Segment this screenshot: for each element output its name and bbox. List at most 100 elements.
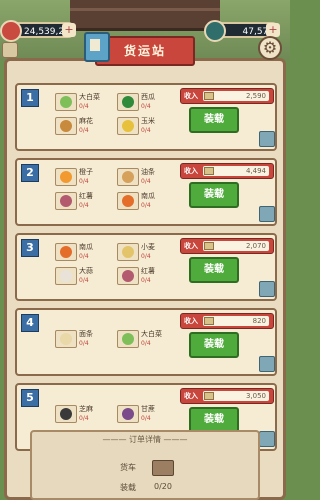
item-icon-shape <box>60 333 72 345</box>
item-name: 玉米 <box>141 117 155 125</box>
item-icon <box>55 168 77 186</box>
income-value-field: 4,494 <box>203 166 269 176</box>
income-value: 2,590 <box>245 92 266 100</box>
coin-resource-bar[interactable]: 24,539,250 + <box>0 20 76 42</box>
coin-icon <box>0 20 22 42</box>
load-label: 装载 <box>120 483 136 492</box>
item-name: 小麦 <box>141 243 155 251</box>
discard-icon[interactable] <box>259 131 275 147</box>
item-quantity: 0/4 <box>79 277 89 284</box>
item-quantity: 0/4 <box>141 340 151 347</box>
item-icon <box>55 405 77 423</box>
income-label: 收入 <box>184 92 198 100</box>
order-number: 4 <box>21 314 39 332</box>
truck-icon <box>152 460 174 476</box>
item-name: 红薯 <box>79 192 93 200</box>
item-icon-shape <box>122 171 134 183</box>
cash-icon <box>204 392 214 400</box>
income-value: 820 <box>252 317 266 325</box>
cash-icon <box>204 92 214 100</box>
item-name: 芝麻 <box>79 405 93 413</box>
item-name: 红薯 <box>141 267 155 275</box>
station-roof <box>70 0 220 31</box>
income-label: 收入 <box>184 392 198 400</box>
gear-icon[interactable]: ⚙ <box>258 36 282 60</box>
item-icon-shape <box>60 96 72 108</box>
order-card: 4 面条 0/4 大白菜 0/4 收入 820 装载 <box>15 308 277 376</box>
item-icon <box>55 267 77 285</box>
item-icon-shape <box>60 270 72 282</box>
item-icon-shape <box>122 120 134 132</box>
discard-icon[interactable] <box>259 431 275 447</box>
order-number: 3 <box>21 239 39 257</box>
item-quantity: 0/4 <box>79 202 89 209</box>
item-icon <box>55 243 77 261</box>
item-icon-shape <box>122 333 134 345</box>
item-quantity: 0/4 <box>79 178 89 185</box>
income-label: 收入 <box>184 242 198 250</box>
discard-icon[interactable] <box>259 281 275 297</box>
page-title: 货运站 <box>95 36 195 66</box>
item-quantity: 0/4 <box>141 202 151 209</box>
item-name: 大蒜 <box>79 267 93 275</box>
item-name: 南瓜 <box>79 243 93 251</box>
item-icon <box>117 267 139 285</box>
item-icon-shape <box>122 246 134 258</box>
item-quantity: 0/4 <box>79 415 89 422</box>
item-icon-shape <box>60 171 72 183</box>
gem-icon <box>204 20 226 42</box>
item-name: 大白菜 <box>141 330 162 338</box>
item-icon-shape <box>60 408 72 420</box>
order-number: 5 <box>21 389 39 407</box>
item-icon-shape <box>122 195 134 207</box>
item-icon-shape <box>60 246 72 258</box>
side-menu-icon[interactable] <box>2 42 18 58</box>
income-value: 3,050 <box>245 392 266 400</box>
item-quantity: 0/4 <box>79 103 89 110</box>
item-icon <box>117 192 139 210</box>
load-button[interactable]: 装载 <box>189 332 239 358</box>
item-name: 橙子 <box>79 168 93 176</box>
footer-title: ——— 订单详情 ——— <box>102 435 188 444</box>
income-box: 收入 2,590 <box>180 88 274 104</box>
item-icon <box>55 117 77 135</box>
item-icon-shape <box>60 120 72 132</box>
item-icon <box>55 192 77 210</box>
load-button[interactable]: 装载 <box>189 257 239 283</box>
income-value-field: 820 <box>203 316 269 326</box>
order-number: 1 <box>21 89 39 107</box>
discard-icon[interactable] <box>259 356 275 372</box>
item-quantity: 0/4 <box>141 127 151 134</box>
item-icon <box>55 330 77 348</box>
load-button[interactable]: 装载 <box>189 107 239 133</box>
clipboard-icon <box>84 32 110 62</box>
item-name: 南瓜 <box>141 192 155 200</box>
income-value: 4,494 <box>245 167 266 175</box>
load-button[interactable]: 装载 <box>189 182 239 208</box>
item-icon-shape <box>60 195 72 207</box>
item-icon-shape <box>122 270 134 282</box>
item-name: 甘蔗 <box>141 405 155 413</box>
income-box: 收入 3,050 <box>180 388 274 404</box>
item-quantity: 0/4 <box>79 340 89 347</box>
load-value: 0/20 <box>154 482 172 491</box>
income-label: 收入 <box>184 167 198 175</box>
item-name: 麻花 <box>79 117 93 125</box>
cash-icon <box>204 242 214 250</box>
income-value-field: 2,590 <box>203 91 269 101</box>
item-icon-shape <box>122 96 134 108</box>
order-card: 1 大白菜 0/4 西瓜 0/4 麻花 0/4 玉米 0/4 收入 2,590 装载 <box>15 83 277 151</box>
income-value-field: 2,070 <box>203 241 269 251</box>
discard-icon[interactable] <box>259 206 275 222</box>
item-name: 面条 <box>79 330 93 338</box>
income-box: 收入 2,070 <box>180 238 274 254</box>
cash-icon <box>204 317 214 325</box>
item-quantity: 0/4 <box>79 127 89 134</box>
item-quantity: 0/4 <box>141 415 151 422</box>
item-icon <box>117 117 139 135</box>
add-coin-button[interactable]: + <box>62 23 76 37</box>
item-quantity: 0/4 <box>79 253 89 260</box>
cash-icon <box>204 167 214 175</box>
add-gem-button[interactable]: + <box>266 23 280 37</box>
income-label: 收入 <box>184 317 198 325</box>
